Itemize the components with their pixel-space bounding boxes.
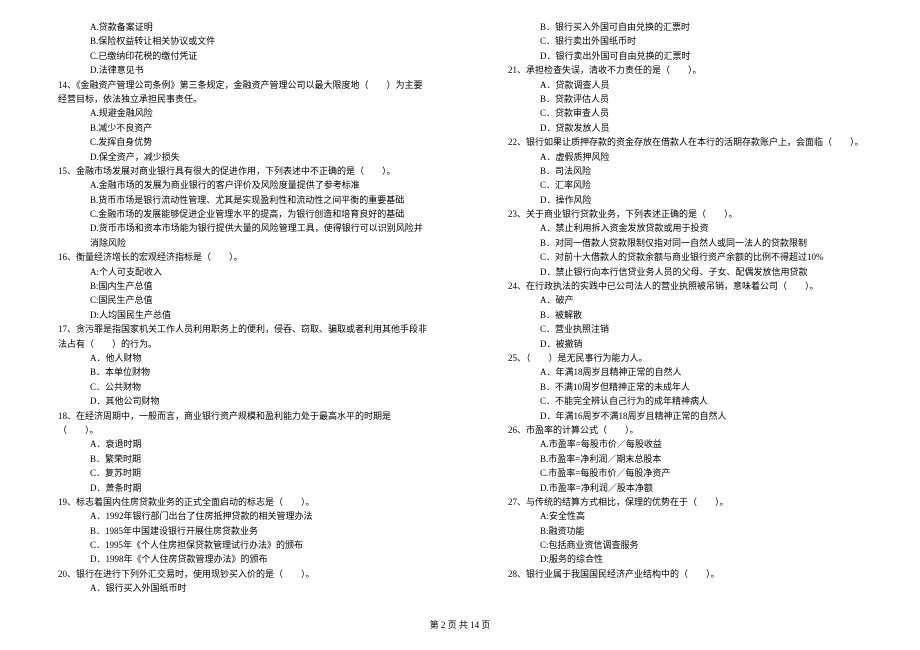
answer-option: D．禁止银行向本行信贷业务人员的父母、子女、配偶发放信用贷款 [490,265,880,279]
question-text: 27、与传统的结算方式相比，保理的优势在于（ ）。 [490,495,880,509]
answer-option: B:国内生产总值 [40,279,430,293]
answer-option: A:安全性高 [490,509,880,523]
answer-option: A．禁止利用拆入资金发放贷款或用于投资 [490,221,880,235]
answer-option: A．1992年银行部门出台了住房抵押贷款的相关管理办法 [40,509,430,523]
answer-option: C．汇率风险 [490,178,880,192]
answer-option: B．司法风险 [490,164,880,178]
answer-option: C:国民生产总值 [40,293,430,307]
answer-option: D．萧条时期 [40,481,430,495]
question-text: 16、衡量经济增长的宏观经济指标是（ ）。 [40,250,430,264]
answer-option: B．银行买入外国可自由兑换的汇票时 [490,20,880,34]
answer-option: B．对同一借款人贷款限制仅指对同一自然人或同一法人的贷款限制 [490,236,880,250]
answer-option: A．衰退时期 [40,437,430,451]
answer-option: C:包括商业资信调查服务 [490,538,880,552]
answer-option: D.保全资产，减少损失 [40,150,430,164]
question-text: 25、（ ）是无民事行为能力人。 [490,351,880,365]
question-text: 26、市盈率的计算公式（ ）。 [490,423,880,437]
answer-option: D．银行卖出外国可自由兑换的汇票时 [490,49,880,63]
question-text: 20、银行在进行下列外汇交易时，使用现钞买入价的是（ ）。 [40,567,430,581]
answer-option: B.减少不良资产 [40,121,430,135]
answer-option: C．复苏时期 [40,466,430,480]
question-text: 17、贪污罪是指国家机关工作人员利用职务上的便利，侵吞、窃取、骗取或者利用其他手… [40,322,430,351]
answer-option: D.法律意见书 [40,63,430,77]
answer-option: C．银行卖出外国纸币时 [490,34,880,48]
answer-option: D．操作风险 [490,193,880,207]
answer-option: D．年满16周岁不满18周岁且精神正常的自然人 [490,409,880,423]
answer-option: D．其他公司财物 [40,394,430,408]
left-column: A.贷款备案证明B.保险权益转让相关协议或文件C.已缴纳印花税的缴付凭证D.法律… [40,20,430,610]
right-column: B．银行买入外国可自由兑换的汇票时C．银行卖出外国纸币时D．银行卖出外国可自由兑… [490,20,880,610]
answer-option: A:个人可支配收入 [40,265,430,279]
answer-option: B.市盈率=净利润／期末总股本 [490,452,880,466]
answer-option: C．贷款审查人员 [490,106,880,120]
answer-option: D．贷款发放人员 [490,121,880,135]
answer-option: A．虚假质押风险 [490,150,880,164]
answer-option: A．年满18周岁且精神正常的自然人 [490,365,880,379]
question-text: 23、关于商业银行贷款业务，下列表述正确的是（ ）。 [490,207,880,221]
question-text: 18、在经济周期中，一般而言，商业银行资产规模和盈利能力处于最高水平的时期是（ … [40,409,430,438]
answer-option: A.规避金融风险 [40,106,430,120]
answer-option: A.金融市场的发展为商业银行的客户评价及风险度量提供了参考标准 [40,178,430,192]
question-text: 21、承担检查失误，清收不力责任的是（ ）。 [490,63,880,77]
answer-option: B．被解散 [490,308,880,322]
question-text: 24、在行政执法的实践中已公司法人的营业执照被吊销，意味着公司（ ）。 [490,279,880,293]
answer-option: B.保险权益转让相关协议或文件 [40,34,430,48]
answer-option: D:服务的综合性 [490,552,880,566]
question-text: 28、银行业属于我国国民经济产业结构中的（ ）。 [490,567,880,581]
answer-option: D:人均国民生产总值 [40,308,430,322]
answer-option: B．繁荣时期 [40,452,430,466]
answer-option: C．对前十大借款人的贷款余额与商业银行资产余额的比例不得超过10% [490,250,880,264]
answer-option: C．不能完全辨认自己行为的成年精神病人 [490,394,880,408]
answer-option: A.贷款备案证明 [40,20,430,34]
answer-option: C．1995年《个人住房担保贷款管理试行办法》的颁布 [40,538,430,552]
answer-option: D.市盈率=净利润／股本净额 [490,481,880,495]
answer-option: A．破产 [490,293,880,307]
answer-option: B．贷款评估人员 [490,92,880,106]
question-text: 15、金融市场发展对商业银行具有很大的促进作用，下列表述中不正确的是（ ）。 [40,164,430,178]
answer-option: C．营业执照注销 [490,322,880,336]
answer-option: C.金融市场的发展能够促进企业管理水平的提高，为银行创造和培育良好的基础 [40,207,430,221]
answer-option: A．他人财物 [40,351,430,365]
answer-option: B:融资功能 [490,524,880,538]
page-footer: 第 2 页 共 14 页 [40,618,880,632]
answer-option: D．1998年《个人住房贷款管理办法》的颁布 [40,552,430,566]
answer-option: C.市盈率=每股市价／每股净资产 [490,466,880,480]
answer-option: B．不满10周岁但精神正常的未成年人 [490,380,880,394]
question-text: 19、标志着国内住房贷款业务的正式全面启动的标志是（ ）。 [40,495,430,509]
answer-option: D.货币市场和资本市场能为银行提供大量的风险管理工具，使得银行可以识别风险并消除… [40,221,430,250]
answer-option: B.货币市场是银行流动性管理、尤其是实现盈利性和流动性之间平衡的重要基础 [40,193,430,207]
answer-option: C.发挥自身优势 [40,135,430,149]
answer-option: B．1985年中国建设银行开展住房贷款业务 [40,524,430,538]
answer-option: C．公共财物 [40,380,430,394]
answer-option: A．银行买入外国纸币时 [40,581,430,595]
question-text: 14、《金融资产管理公司条例》第三条规定，金融资产管理公司以最大限度地（ ）为主… [40,78,430,107]
answer-option: C.已缴纳印花税的缴付凭证 [40,49,430,63]
answer-option: B．本单位财物 [40,365,430,379]
question-text: 22、银行如果让质押存款的资金存放在借款人在本行的活期存款账户上，会面临（ ）。 [490,135,880,149]
answer-option: D．被撤销 [490,337,880,351]
answer-option: A.市盈率=每股市价／每股收益 [490,437,880,451]
answer-option: A．贷款调查人员 [490,78,880,92]
